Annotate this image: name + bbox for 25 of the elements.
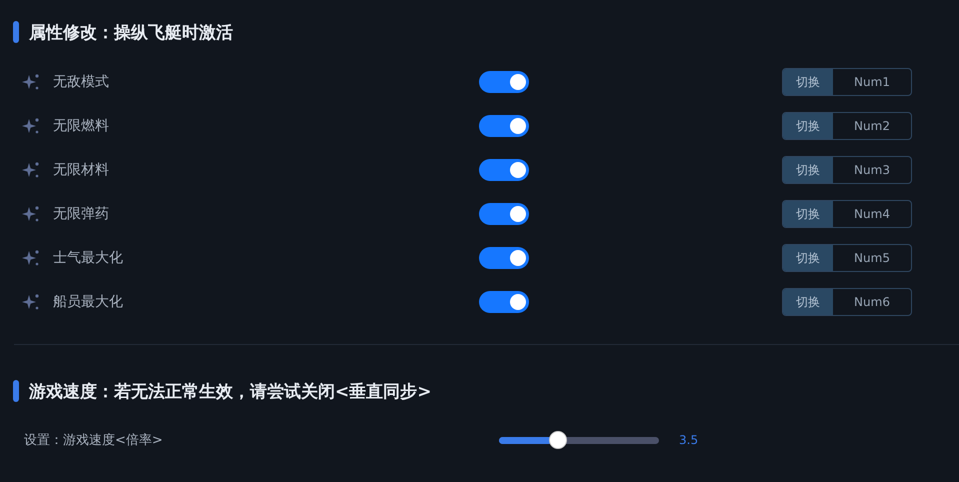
sparkle-icon <box>22 73 40 91</box>
sparkle-icon <box>22 293 40 311</box>
option-label: 无敌模式 <box>53 73 110 91</box>
slider-value: 3.5 <box>679 433 698 447</box>
toggle-switch[interactable] <box>479 203 529 225</box>
section-accent-bar <box>13 380 19 402</box>
toggle-switch[interactable] <box>479 115 529 137</box>
sparkle-icon <box>22 117 40 135</box>
option-label: 无限材料 <box>53 161 110 179</box>
section-title: 属性修改：操纵飞艇时激活 <box>29 22 233 44</box>
toggle-switch[interactable] <box>479 291 529 313</box>
option-label: 船员最大化 <box>53 293 124 311</box>
option-label: 无限燃料 <box>53 117 110 135</box>
section-title: 游戏速度：若无法正常生效，请尝试关闭<垂直同步> <box>29 380 432 402</box>
setting-label: 设置：游戏速度<倍率> <box>24 432 164 449</box>
option-label: 士气最大化 <box>53 249 124 267</box>
section-accent-bar <box>13 21 19 43</box>
toggle-switch[interactable] <box>479 71 529 93</box>
sparkle-icon <box>22 161 40 179</box>
option-label: 无限弹药 <box>53 205 110 223</box>
sparkle-icon <box>22 205 40 223</box>
slider-handle[interactable] <box>549 431 568 449</box>
toggle-switch[interactable] <box>479 159 529 181</box>
sparkle-icon <box>22 249 40 267</box>
toggle-switch[interactable] <box>479 247 529 269</box>
